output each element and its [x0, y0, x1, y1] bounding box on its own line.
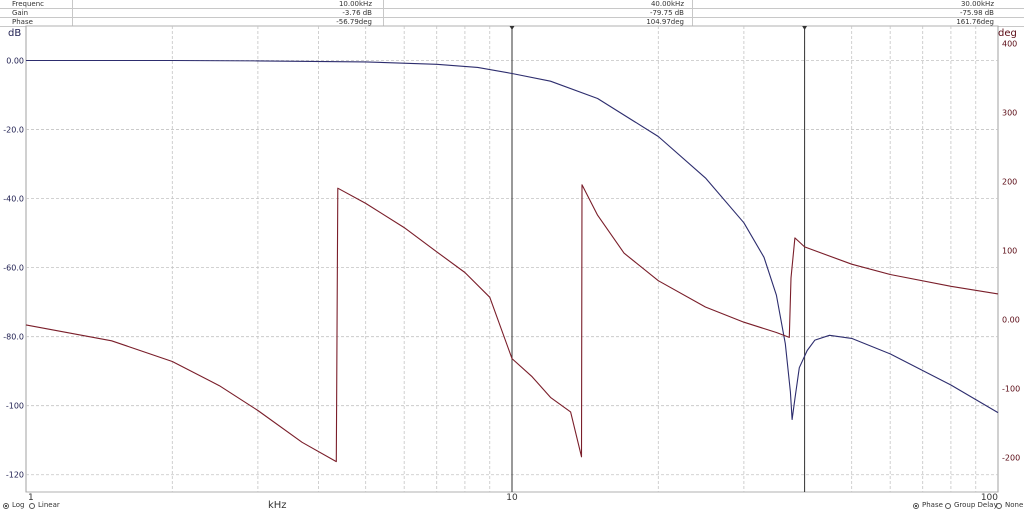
y2-tick-label: 200 [1002, 177, 1017, 186]
radio-label: Linear [38, 501, 60, 509]
radio-label: Log [12, 501, 25, 509]
log-scale-radio[interactable]: Log [3, 501, 25, 510]
radio-label: Phase [922, 501, 943, 509]
none-plot-radio[interactable]: None [996, 501, 1023, 510]
linear-scale-radio[interactable]: Linear [29, 501, 60, 510]
y2-tick-label: 100 [1002, 246, 1017, 255]
left-axis-unit: dB [8, 28, 22, 39]
y-tick-label: -60.0 [3, 264, 24, 273]
y2-tick-label: -100 [1002, 384, 1020, 393]
y2-tick-label: -200 [1002, 453, 1020, 462]
right-axis-unit: deg [998, 28, 1017, 39]
y-tick-label: -100 [6, 402, 24, 411]
y-tick-label: -40.0 [3, 195, 24, 204]
y-tick-label: -80.0 [3, 333, 24, 342]
radio-dot [913, 502, 919, 509]
group-delay-radio[interactable]: Group Delay [945, 501, 998, 510]
radio-dot [3, 502, 9, 509]
y2-tick-label: 400 [1002, 39, 1017, 48]
y2-tick-label: 0.00 [1002, 315, 1020, 324]
y-tick-label: 0.00 [6, 57, 24, 66]
radio-dot [945, 502, 951, 509]
bode-plot[interactable]: 0.00 -20.0 -40.0 -60.0 -80.0 -100 -120 400 300 20… [0, 0, 1024, 514]
radio-dot [29, 502, 35, 509]
radio-dot [996, 502, 1002, 509]
y-tick-label: -120 [6, 471, 24, 480]
radio-label: None [1005, 501, 1024, 509]
x-axis-label: kHz [268, 500, 287, 511]
y-tick-label: -20.0 [3, 126, 24, 135]
x-tick-label: 10 [506, 493, 518, 503]
y2-tick-label: 300 [1002, 108, 1017, 117]
radio-label: Group Delay [954, 501, 998, 509]
phase-plot-radio[interactable]: Phase [913, 501, 943, 510]
